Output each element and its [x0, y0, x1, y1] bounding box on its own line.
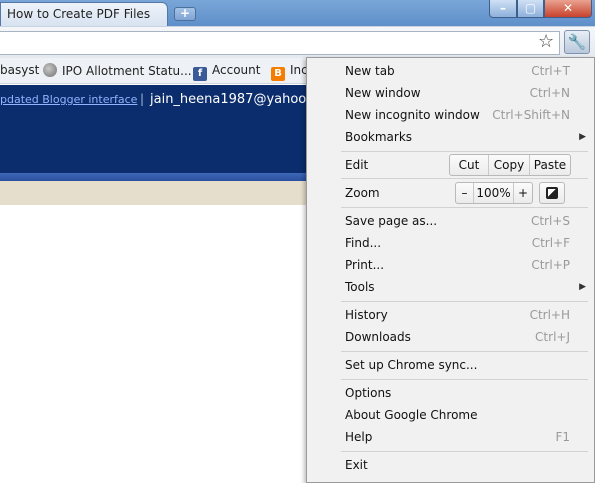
menu-label: Exit [345, 458, 368, 472]
zoom-out-button[interactable]: – [456, 183, 474, 203]
wrench-icon: 🔧 [567, 33, 587, 51]
close-icon: ✕ [562, 1, 574, 15]
menu-shortcut: Ctrl+F [531, 236, 570, 250]
menu-label: Tools [345, 280, 375, 294]
menu-item-print[interactable]: Print... Ctrl+P [345, 254, 576, 276]
menu-divider [341, 351, 588, 352]
menu-item-tools[interactable]: Tools ▶ [345, 276, 586, 298]
menu-divider [341, 451, 588, 452]
menu-divider [341, 178, 588, 179]
edit-button-group: Cut Copy Paste [449, 154, 571, 176]
blogger-icon: B [271, 67, 285, 81]
maximize-button[interactable]: ▢ [517, 0, 544, 18]
menu-label: Edit [345, 158, 369, 172]
menu-label: New incognito window [345, 108, 480, 122]
menu-item-new-window[interactable]: New window Ctrl+N [345, 82, 576, 104]
bookmark-item[interactable]: B Inc [271, 63, 308, 81]
bookmark-star-icon[interactable]: ☆ [538, 31, 554, 52]
menu-item-options[interactable]: Options [345, 382, 576, 404]
minimize-button[interactable]: – [489, 0, 517, 18]
bookmark-label: Account [212, 63, 261, 77]
menu-label: Save page as... [345, 214, 438, 228]
wrench-menu-button[interactable]: 🔧 [564, 30, 590, 54]
submenu-arrow-icon: ▶ [579, 132, 586, 142]
menu-shortcut: F1 [555, 430, 570, 444]
menu-item-bookmarks[interactable]: Bookmarks ▶ [345, 126, 586, 148]
copy-button[interactable]: Copy [489, 155, 530, 175]
menu-label: Print... [345, 258, 385, 272]
fullscreen-icon [546, 187, 558, 199]
fullscreen-button[interactable] [539, 182, 565, 204]
menu-label: New window [345, 86, 421, 100]
new-tab-button[interactable]: + [174, 7, 196, 21]
submenu-arrow-icon: ▶ [579, 282, 586, 292]
menu-label: Help [345, 430, 373, 444]
browser-tab[interactable]: How to Create PDF Files [0, 2, 168, 26]
bookmark-item[interactable]: IPO Allotment Statu... [43, 63, 192, 78]
menu-shortcut: Ctrl+Shift+N [492, 108, 570, 122]
blogger-interface-link[interactable]: pdated Blogger interface [0, 93, 137, 106]
menu-divider [341, 207, 588, 208]
globe-icon [43, 63, 57, 77]
bookmark-label: IPO Allotment Statu... [62, 64, 192, 78]
menu-item-chrome-sync[interactable]: Set up Chrome sync... [345, 354, 576, 376]
menu-shortcut: Ctrl+S [530, 214, 570, 228]
cut-button[interactable]: Cut [450, 155, 489, 175]
chrome-menu: New tab Ctrl+T New window Ctrl+N New inc… [306, 57, 595, 483]
bookmark-label: basyst [0, 63, 40, 77]
menu-item-exit[interactable]: Exit [345, 454, 576, 476]
menu-divider [341, 151, 588, 152]
menu-shortcut: Ctrl+N [529, 86, 570, 100]
menu-item-history[interactable]: History Ctrl+H [345, 304, 576, 326]
address-bar[interactable] [0, 31, 560, 55]
menu-shortcut: Ctrl+P [531, 258, 570, 272]
menu-label: Downloads [345, 330, 411, 344]
menu-label: New tab [345, 64, 395, 78]
menu-shortcut: Ctrl+H [529, 308, 570, 322]
menu-item-new-incognito[interactable]: New incognito window Ctrl+Shift+N [345, 104, 576, 126]
maximize-icon: ▢ [524, 1, 537, 15]
menu-item-save-page[interactable]: Save page as... Ctrl+S [345, 210, 576, 232]
paste-button[interactable]: Paste [530, 155, 570, 175]
menu-item-help[interactable]: Help F1 [345, 426, 576, 448]
user-email: jain_heena1987@yahoo.c [150, 92, 318, 107]
zoom-control: – 100% + [455, 182, 533, 204]
menu-label: Set up Chrome sync... [345, 358, 478, 372]
close-button[interactable]: ✕ [544, 0, 592, 18]
menu-label: Find... [345, 236, 382, 250]
menu-label: History [345, 308, 388, 322]
menu-label: Zoom [345, 186, 380, 200]
tab-title: How to Create PDF Files [7, 7, 151, 21]
menu-label: Bookmarks [345, 130, 413, 144]
menu-item-find[interactable]: Find... Ctrl+F [345, 232, 576, 254]
menu-shortcut: Ctrl+J [535, 330, 570, 344]
menu-item-about[interactable]: About Google Chrome [345, 404, 576, 426]
minimize-icon: – [500, 1, 506, 15]
bookmark-item[interactable]: f Account [193, 63, 260, 81]
menu-shortcut: Ctrl+T [531, 64, 570, 78]
title-bar: How to Create PDF Files + – ▢ ✕ [0, 0, 595, 26]
facebook-icon: f [193, 67, 207, 81]
separator: | [140, 92, 145, 106]
toolbar: ☆ 🔧 [0, 26, 595, 58]
menu-label: Options [345, 386, 392, 400]
bookmark-item[interactable]: basyst [0, 63, 39, 77]
menu-label: About Google Chrome [345, 408, 478, 422]
menu-divider [341, 379, 588, 380]
zoom-level: 100% [474, 183, 514, 203]
menu-item-downloads[interactable]: Downloads Ctrl+J [345, 326, 576, 348]
menu-item-new-tab[interactable]: New tab Ctrl+T [345, 60, 576, 82]
zoom-in-button[interactable]: + [514, 183, 532, 203]
menu-divider [341, 301, 588, 302]
